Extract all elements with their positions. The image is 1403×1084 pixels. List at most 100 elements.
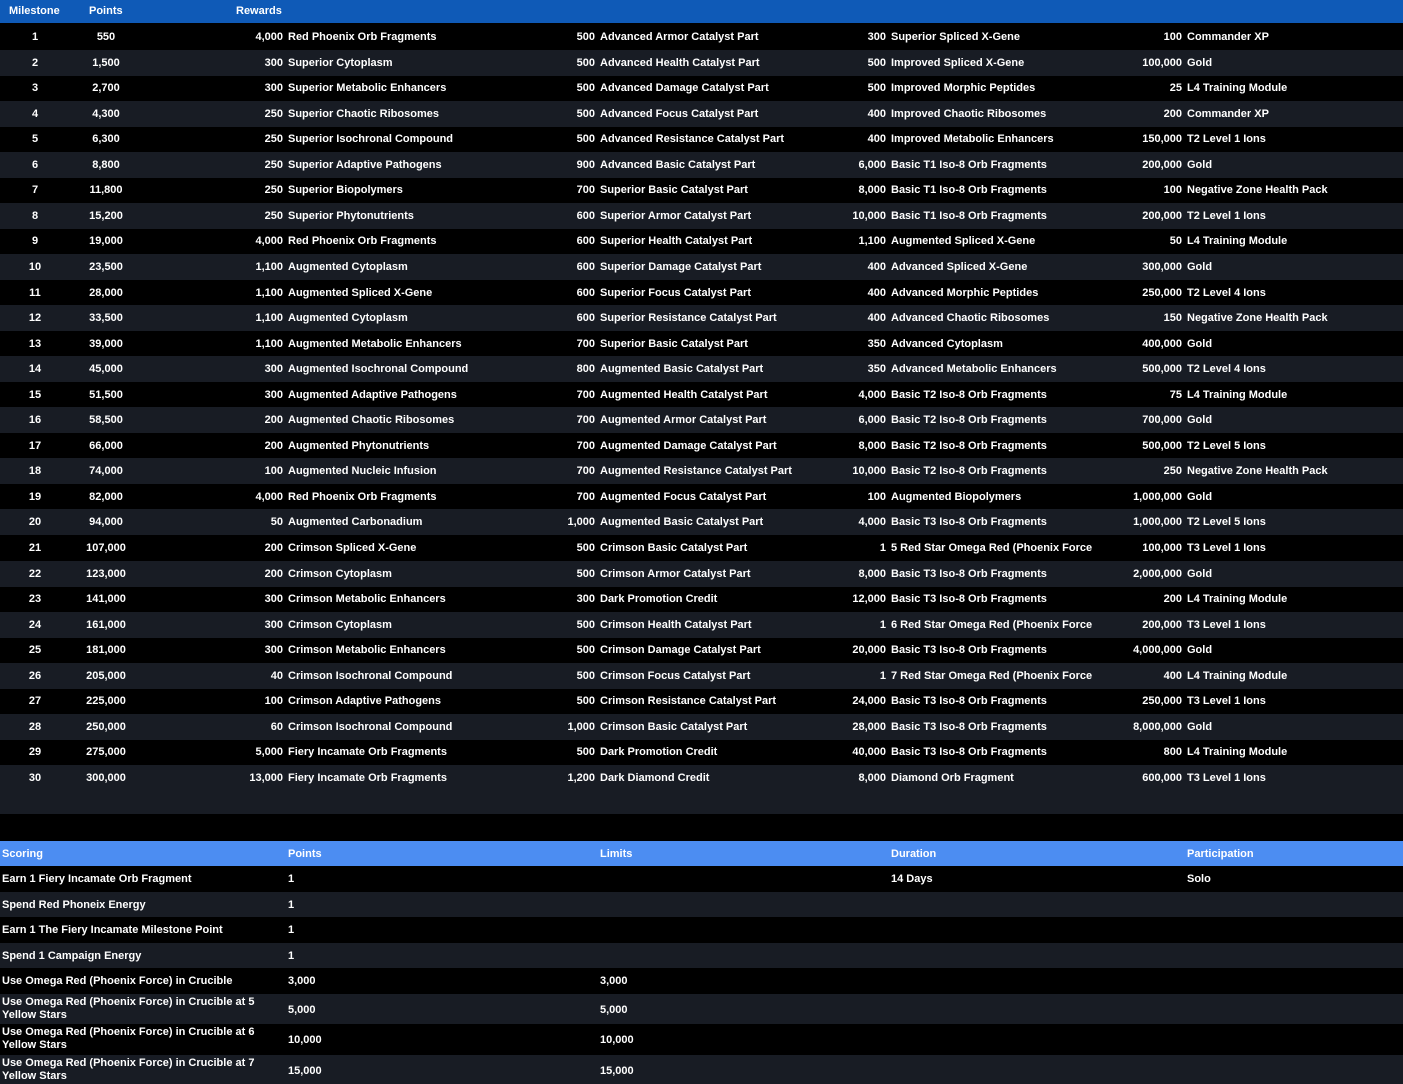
milestone-row: 24 161,000 300 Crimson Cytoplasm 500 Crimson …	[0, 611, 1403, 638]
milestone-points: 275,000	[86, 746, 126, 759]
reward-name: Gold	[1187, 337, 1213, 350]
reward-amount: 13,000	[249, 771, 283, 784]
milestone-row: 26 205,000 40 Crimson Isochronal Compound 50…	[0, 662, 1403, 689]
reward-name: Augmented Nucleic Infusion	[288, 465, 437, 478]
reward-amount: 4,000	[255, 235, 283, 248]
milestone-row: 1 550 4,000 Red Phoenix Orb Fragments 500 Adv…	[0, 24, 1403, 50]
reward-name: Superior Chaotic Ribosomes	[288, 107, 439, 120]
reward-name: Augmented Biopolymers	[891, 490, 1022, 503]
reward-name: Improved Morphic Peptides	[891, 82, 1036, 95]
reward-amount: 500	[576, 644, 595, 657]
reward-amount: 200	[1163, 593, 1182, 606]
reward-amount: 400	[1163, 669, 1182, 682]
scoring-points: 15,000	[288, 1065, 322, 1077]
reward-amount: 1,000,000	[1133, 516, 1182, 529]
reward-name: Gold	[1187, 567, 1213, 580]
reward-name: Basic T3 Iso-8 Orb Fragments	[891, 516, 1047, 529]
scoring-points: 1	[288, 899, 295, 911]
reward-amount: 1,100	[255, 260, 283, 273]
milestone-number: 10	[28, 260, 42, 273]
reward-amount: 300	[264, 593, 283, 606]
milestone-points: 11,800	[89, 184, 123, 197]
scoring-limit: 5,000	[600, 1004, 628, 1016]
milestone-number: 11	[29, 286, 41, 299]
milestone-number: 5	[31, 133, 39, 146]
reward-amount: 1,000,000	[1133, 490, 1182, 503]
reward-amount: 500	[576, 669, 595, 682]
reward-amount: 300	[264, 618, 283, 631]
milestone-points: 33,500	[89, 312, 123, 325]
reward-name: Augmented Focus Catalyst Part	[600, 490, 767, 503]
reward-name: Crimson Metabolic Enhancers	[288, 593, 446, 606]
reward-name: Superior Biopolymers	[288, 184, 403, 197]
milestone-points: 1,500	[92, 56, 120, 69]
milestone-points: 82,000	[89, 490, 123, 503]
milestone-points: 51,500	[89, 388, 123, 401]
milestone-row: 29 275,000 5,000 Fiery Incamate Orb Fragmen…	[0, 739, 1403, 765]
scoring-row: Use Omega Red (Phoenix Force) in Crucibl…	[0, 968, 1403, 994]
milestone-number: 3	[31, 82, 39, 95]
reward-amount: 400	[867, 312, 886, 325]
reward-amount: 1,000	[567, 516, 595, 529]
reward-name: T3 Level 1 Ions	[1187, 771, 1266, 784]
reward-amount: 800	[1163, 746, 1182, 759]
milestone-points: 23,500	[89, 260, 123, 273]
reward-amount: 10,000	[852, 465, 886, 478]
milestone-number: 28	[28, 720, 42, 733]
scoring-limit: 15,000	[600, 1065, 634, 1077]
milestone-row: 5 6,300 250 Superior Isochronal Compound 500…	[0, 126, 1403, 152]
milestone-row: 10 23,500 1,100 Augmented Cytoplasm 600 Super…	[0, 253, 1403, 280]
milestone-number: 8	[31, 209, 39, 222]
milestone-points: 39,000	[89, 337, 123, 350]
reward-amount: 50	[270, 516, 283, 529]
reward-amount: 200,000	[1142, 209, 1182, 222]
reward-amount: 8,000,000	[1133, 720, 1182, 733]
reward-amount: 20,000	[852, 644, 886, 657]
reward-amount: 250	[1163, 465, 1182, 478]
reward-name: Crimson Basic Catalyst Part	[600, 720, 748, 733]
reward-amount: 1,100	[255, 286, 283, 299]
reward-amount: 800	[576, 363, 595, 376]
scoring-row: Spend 1 Campaign Energy 1	[0, 943, 1403, 968]
reward-amount: 6,000	[858, 414, 886, 427]
reward-name: Improved Chaotic Ribosomes	[891, 107, 1047, 120]
reward-name: Basic T1 Iso-8 Orb Fragments	[891, 184, 1047, 197]
milestone-number: 27	[28, 695, 42, 708]
scoring-points: 1	[288, 873, 295, 885]
milestone-number: 6	[31, 158, 39, 171]
milestone-number: 18	[28, 465, 42, 478]
reward-amount: 100	[1163, 184, 1182, 197]
reward-amount: 75	[1169, 388, 1182, 401]
reward-name: Augmented Chaotic Ribosomes	[288, 414, 455, 427]
reward-name: Improved Metabolic Enhancers	[891, 133, 1054, 146]
milestone-row: 9 19,000 4,000 Red Phoenix Orb Fragments 600…	[0, 228, 1403, 254]
reward-amount: 600	[576, 286, 595, 299]
reward-name: Augmented Isochronal Compound	[288, 363, 469, 376]
milestone-row: 4 4,300 250 Superior Chaotic Ribosomes 500 Ad…	[0, 100, 1403, 127]
milestone-points: 205,000	[86, 669, 126, 682]
scoring-row: Earn 1 The Fiery Incamate Milestone Poin…	[0, 917, 1403, 943]
milestone-number: 19	[28, 490, 42, 503]
reward-name: Crimson Isochronal Compound	[288, 669, 453, 682]
reward-name: Advanced Health Catalyst Part	[600, 56, 760, 69]
milestone-row: 7 11,800 250 Superior Biopolymers 700 Superio…	[0, 177, 1403, 203]
reward-name: Negative Zone Health Pack	[1187, 312, 1328, 325]
reward-amount: 500	[576, 31, 595, 43]
milestone-number: 2	[31, 56, 39, 69]
reward-amount: 1	[879, 618, 886, 631]
reward-name: Superior Spliced X-Gene	[891, 31, 1020, 43]
reward-amount: 40	[270, 669, 283, 682]
milestone-number: 9	[31, 235, 39, 248]
reward-amount: 2,000,000	[1133, 567, 1182, 580]
reward-name: Augmented Metabolic Enhancers	[288, 337, 462, 350]
reward-name: L4 Training Module	[1187, 82, 1288, 95]
reward-name: Basic T3 Iso-8 Orb Fragments	[891, 593, 1047, 606]
reward-amount: 1,100	[255, 312, 283, 325]
milestone-points: 250,000	[86, 720, 126, 733]
milestone-number: 20	[28, 516, 42, 529]
milestone-number: 29	[28, 746, 42, 759]
milestone-row: 28 250,000 60 Crimson Isochronal Compound 1,…	[0, 713, 1403, 740]
reward-amount: 500	[867, 56, 886, 69]
reward-name: Basic T3 Iso-8 Orb Fragments	[891, 567, 1047, 580]
reward-name: Crimson Cytoplasm	[288, 618, 392, 631]
